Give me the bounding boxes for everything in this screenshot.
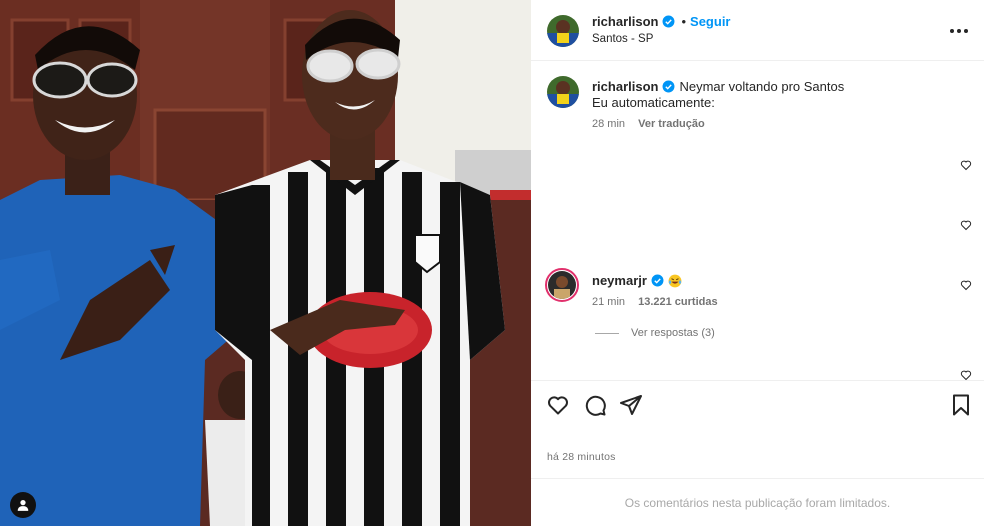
person-icon — [17, 500, 29, 511]
view-replies-button[interactable]: Ver respostas (3) — [595, 327, 715, 339]
caption-time[interactable]: 28 min — [592, 118, 625, 130]
comments-limited-notice: Os comentários nesta publicação foram li… — [531, 478, 984, 526]
translate-link[interactable]: Ver tradução — [638, 118, 705, 130]
caption-author-avatar[interactable] — [547, 76, 579, 108]
caption-author-username[interactable]: richarlison — [592, 79, 658, 94]
post-details-panel: richarlison • Seguir Santos - SP richarlis… — [531, 0, 984, 526]
caption-meta: 28 min Ver tradução — [592, 118, 705, 130]
verified-badge-icon — [663, 15, 675, 28]
avatar-image — [548, 271, 576, 299]
bookmark-icon[interactable] — [949, 393, 973, 417]
more-options-icon[interactable] — [950, 22, 968, 40]
heart-icon[interactable] — [960, 159, 972, 171]
verified-badge-icon — [651, 274, 664, 287]
caption-text: Neymar voltando pro Santos — [679, 79, 845, 94]
tagged-user-icon[interactable] — [10, 492, 36, 518]
commenter-avatar[interactable] — [545, 268, 579, 302]
author-row: richarlison • Seguir — [592, 14, 731, 29]
separator-dot: • — [681, 14, 687, 29]
photo-illustration — [0, 0, 531, 526]
comment-icon[interactable] — [583, 393, 607, 417]
heart-icon[interactable] — [960, 279, 972, 291]
laughing-with-tears-emoji-icon — [668, 274, 682, 288]
author-username[interactable]: richarlison — [592, 14, 658, 29]
comment-likes[interactable]: 13.221 curtidas — [638, 296, 718, 308]
replies-divider — [595, 332, 619, 334]
avatar-image — [547, 76, 579, 108]
post-photo[interactable] — [0, 0, 531, 526]
commenter-username[interactable]: neymarjr — [592, 273, 647, 288]
view-replies-label: Ver respostas (3) — [631, 327, 715, 339]
verified-badge-icon — [663, 80, 675, 93]
send-icon[interactable] — [619, 393, 643, 417]
post-time-ago[interactable]: há 28 minutos — [547, 451, 616, 463]
heart-icon[interactable] — [546, 393, 570, 417]
comment-time[interactable]: 21 min — [592, 296, 625, 308]
post-actions — [531, 380, 984, 426]
heart-icon[interactable] — [960, 219, 972, 231]
caption-line-1: richarlison Neymar voltando pro Santos — [592, 79, 844, 94]
comment-meta: 21 min 13.221 curtidas — [592, 296, 718, 308]
post-header: richarlison • Seguir Santos - SP — [531, 0, 984, 61]
avatar-image — [547, 15, 579, 47]
post-location[interactable]: Santos - SP — [592, 33, 653, 45]
author-avatar[interactable] — [547, 15, 579, 47]
comment-line: neymarjr — [592, 273, 682, 288]
follow-button[interactable]: Seguir — [690, 14, 730, 29]
caption-line-2: Eu automaticamente: — [592, 95, 715, 110]
